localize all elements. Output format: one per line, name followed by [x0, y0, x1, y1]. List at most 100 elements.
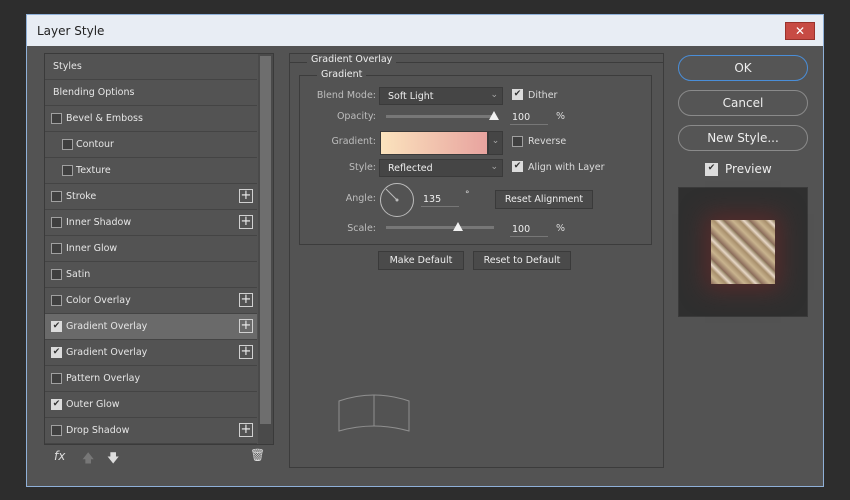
preview-label: Preview [725, 162, 772, 176]
angle-label: Angle: [345, 193, 376, 204]
sidebar-item[interactable]: Contour [45, 132, 257, 158]
style-checkbox[interactable] [62, 165, 73, 176]
blend-mode-value: Soft Light [388, 91, 434, 102]
layer-style-dialog: Layer Style ✕ Styles Blending Options Beve… [26, 14, 824, 487]
reset-to-default-button[interactable]: Reset to Default [473, 251, 571, 270]
dialog-title: Layer Style [37, 24, 105, 38]
blend-mode-label: Blend Mode: [316, 90, 376, 101]
style-checkbox[interactable] [51, 269, 62, 280]
add-icon[interactable]: + [239, 215, 253, 229]
preview-checkbox[interactable]: ✔ [705, 163, 718, 176]
style-checkbox[interactable] [51, 191, 62, 202]
sidebar-item[interactable]: Drop Shadow + [45, 418, 257, 444]
sidebar-item-label: Contour [76, 139, 114, 150]
group-title: Gradient [317, 69, 367, 80]
style-checkbox[interactable] [62, 139, 73, 150]
sidebar-item-label: Bevel & Emboss [66, 113, 143, 124]
sidebar-item[interactable]: Satin [45, 262, 257, 288]
sidebar-item[interactable]: Inner Glow [45, 236, 257, 262]
sidebar-item[interactable]: Blending Options [45, 80, 257, 106]
sidebar-item-label: Texture [76, 165, 111, 176]
preview-thumbnail [678, 187, 808, 317]
sidebar-item-label: Outer Glow [66, 399, 120, 410]
sidebar-item[interactable]: Bevel & Emboss [45, 106, 257, 132]
scale-label: Scale: [347, 223, 376, 234]
add-icon[interactable]: + [239, 423, 253, 437]
close-button[interactable]: ✕ [785, 22, 815, 40]
style-value: Reflected [388, 163, 433, 174]
opacity-slider[interactable] [386, 111, 499, 120]
style-checkbox[interactable] [51, 295, 62, 306]
style-checkbox[interactable] [51, 113, 62, 124]
style-select[interactable]: Reflected ⌄ [379, 159, 503, 177]
new-style-button[interactable]: New Style... [678, 125, 808, 151]
percent-sign: % [556, 111, 566, 122]
fx-icon[interactable]: fx [54, 449, 65, 463]
scale-input[interactable]: 100 [510, 223, 548, 237]
style-checkbox[interactable]: ✔ [51, 399, 62, 410]
list-toolbar: fx 🡅 🡇 🗑 [44, 445, 274, 469]
style-checkbox[interactable]: ✔ [51, 347, 62, 358]
sidebar-item-label: Color Overlay [66, 295, 131, 306]
trash-icon[interactable]: 🗑 [250, 448, 265, 462]
sidebar-item-label: Stroke [66, 191, 97, 202]
chevron-down-icon: ⌄ [490, 162, 498, 172]
slider-thumb[interactable] [489, 111, 499, 120]
scrollbar[interactable] [258, 54, 273, 444]
title-bar: Layer Style ✕ [27, 15, 823, 46]
sidebar-item-label: Inner Glow [66, 243, 118, 254]
opacity-input[interactable]: 100 [510, 111, 548, 125]
sidebar-item[interactable]: ✔ Gradient Overlay + [45, 340, 257, 366]
style-checkbox[interactable] [51, 425, 62, 436]
sidebar-item-label: Satin [66, 269, 91, 280]
style-checkbox[interactable] [51, 373, 62, 384]
align-checkbox[interactable]: ✔ [512, 161, 523, 172]
percent-sign: % [556, 223, 566, 234]
sidebar-item-label: Styles [53, 61, 82, 72]
move-down-icon[interactable]: 🡇 [107, 449, 119, 470]
style-label: Style: [348, 162, 376, 173]
move-up-icon[interactable]: 🡅 [82, 449, 94, 470]
sidebar-item-label: Pattern Overlay [66, 373, 141, 384]
style-checkbox[interactable]: ✔ [51, 321, 62, 332]
sidebar-item[interactable]: Texture [45, 158, 257, 184]
reset-alignment-button[interactable]: Reset Alignment [495, 190, 593, 209]
opacity-label: Opacity: [336, 111, 376, 122]
sidebar-item[interactable]: ✔ Gradient Overlay + [45, 314, 257, 340]
dither-label: Dither [528, 90, 558, 101]
scale-slider[interactable] [386, 222, 494, 231]
add-icon[interactable]: + [239, 345, 253, 359]
cancel-button[interactable]: Cancel [678, 90, 808, 116]
sidebar-item[interactable]: Pattern Overlay [45, 366, 257, 392]
angle-dial[interactable] [379, 182, 415, 218]
chevron-down-icon: ⌄ [490, 90, 498, 100]
ok-button[interactable]: OK [678, 55, 808, 81]
sidebar-item-label: Drop Shadow [66, 425, 130, 436]
gradient-label: Gradient: [331, 136, 376, 147]
watermark-logo [324, 389, 424, 439]
dither-checkbox[interactable]: ✔ [512, 89, 523, 100]
align-label: Align with Layer [528, 162, 605, 173]
sidebar-item[interactable]: Inner Shadow + [45, 210, 257, 236]
add-icon[interactable]: + [239, 319, 253, 333]
gradient-swatch[interactable] [380, 131, 488, 155]
gradient-dropdown[interactable]: ⌄ [488, 131, 503, 155]
sidebar-item-label: Gradient Overlay [66, 347, 148, 358]
reverse-checkbox[interactable] [512, 136, 523, 147]
sidebar-item[interactable]: Color Overlay + [45, 288, 257, 314]
style-checkbox[interactable] [51, 217, 62, 228]
sidebar-item[interactable]: Styles [45, 54, 257, 80]
sidebar-item-label: Gradient Overlay [66, 321, 148, 332]
slider-thumb[interactable] [453, 222, 463, 231]
sidebar-item[interactable]: ✔ Outer Glow [45, 392, 257, 418]
angle-input[interactable]: 135 [421, 193, 459, 207]
reverse-label: Reverse [528, 136, 567, 147]
add-icon[interactable]: + [239, 189, 253, 203]
add-icon[interactable]: + [239, 293, 253, 307]
degree-sign: ° [465, 190, 470, 200]
blend-mode-select[interactable]: Soft Light ⌄ [379, 87, 503, 105]
style-checkbox[interactable] [51, 243, 62, 254]
sidebar-item-label: Blending Options [53, 87, 135, 98]
sidebar-item[interactable]: Stroke + [45, 184, 257, 210]
make-default-button[interactable]: Make Default [378, 251, 464, 270]
